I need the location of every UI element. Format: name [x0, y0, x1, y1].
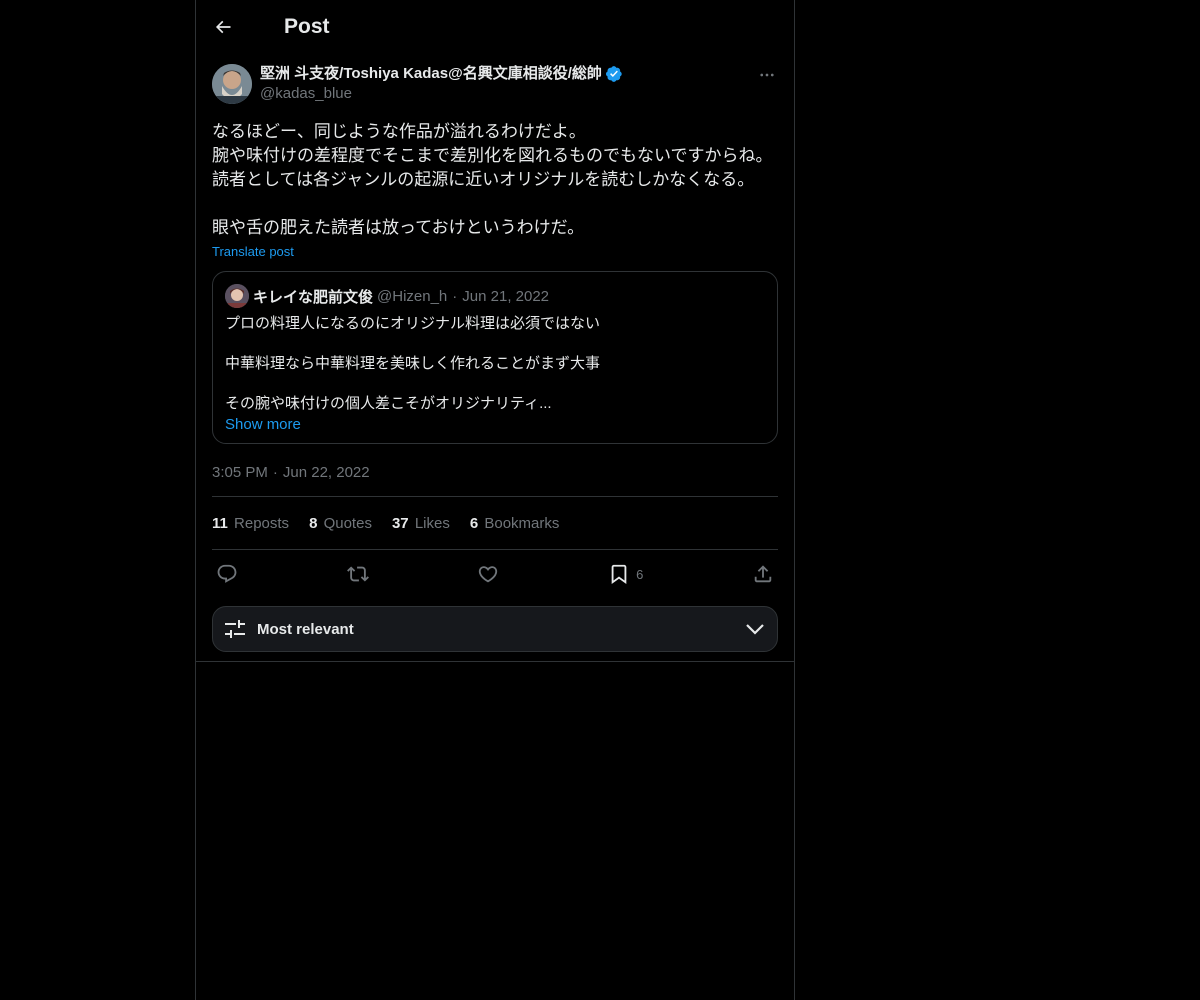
bookmark-button[interactable]: 6: [608, 563, 643, 585]
back-arrow-icon: [215, 20, 231, 34]
quote-text: プロの料理人になるのにオリジナル料理は必須ではない 中華料理なら中華料理を美味し…: [225, 315, 601, 412]
post: 堅洲 斗支夜/Toshiya Kadas@名興文庫相談役/総帥 @kadas_b…: [196, 64, 794, 652]
page-title: Post: [284, 15, 330, 38]
likes-stat[interactable]: 37 Likes: [392, 515, 450, 532]
post-time[interactable]: 3:05 PM: [212, 464, 268, 481]
separator-dot: ·: [272, 464, 278, 481]
author-name-text: 堅洲 斗支夜/Toshiya Kadas@名興文庫相談役/総帥: [260, 65, 602, 82]
verified-badge-icon[interactable]: [605, 65, 623, 83]
header: Post: [196, 0, 794, 54]
back-button[interactable]: [212, 16, 234, 38]
reposts-stat[interactable]: 11 Reposts: [212, 515, 289, 532]
quote-date: Jun 21, 2022: [462, 287, 550, 305]
author-display-name[interactable]: 堅洲 斗支夜/Toshiya Kadas@名興文庫相談役/総帥: [260, 64, 623, 84]
quote-header: キレイな肥前文俊 @Hizen_h · Jun 21, 2022: [225, 284, 765, 308]
show-more-link[interactable]: Show more: [225, 416, 301, 433]
quotes-count: 8: [309, 514, 318, 532]
chevron-down-icon: [746, 624, 764, 635]
main-column: Post 堅洲 斗支夜/Toshiya Kadas@名興文庫相談役/総帥 @ka…: [195, 0, 795, 1000]
author-row: 堅洲 斗支夜/Toshiya Kadas@名興文庫相談役/総帥 @kadas_b…: [212, 64, 778, 104]
bookmarks-count: 6: [469, 514, 479, 532]
author-info: 堅洲 斗支夜/Toshiya Kadas@名興文庫相談役/総帥 @kadas_b…: [260, 64, 623, 104]
share-icon: [754, 565, 772, 583]
more-options-button[interactable]: [756, 64, 778, 86]
sliders-icon: [225, 620, 245, 638]
bookmarks-stat[interactable]: 6 Bookmarks: [470, 515, 560, 532]
translate-post-link[interactable]: Translate post: [212, 244, 778, 259]
more-dots-icon: [760, 73, 774, 77]
action-bar: 6: [212, 550, 778, 598]
share-button[interactable]: [752, 563, 774, 585]
likes-count: 37: [391, 514, 409, 532]
author-handle[interactable]: @kadas_blue: [260, 84, 623, 104]
avatar[interactable]: [212, 64, 252, 104]
quoted-post-card[interactable]: キレイな肥前文俊 @Hizen_h · Jun 21, 2022 プロの料理人に…: [212, 271, 778, 444]
quote-author-name: キレイな肥前文俊: [253, 288, 374, 306]
reply-icon: [217, 564, 237, 583]
divider: [196, 661, 794, 662]
post-timestamp: 3:05 PM · Jun 22, 2022: [212, 464, 778, 497]
quote-avatar-image: [225, 284, 249, 308]
repost-icon: [346, 566, 369, 582]
avatar-image: [212, 64, 252, 104]
bookmarks-label: Bookmarks: [484, 514, 560, 532]
likes-label: Likes: [414, 514, 450, 532]
reposts-count: 11: [212, 514, 228, 532]
reply-button[interactable]: [216, 563, 238, 585]
post-date[interactable]: Jun 22, 2022: [283, 464, 370, 481]
separator-dot: ·: [452, 287, 458, 305]
quotes-stat[interactable]: 8 Quotes: [309, 515, 372, 532]
quotes-label: Quotes: [323, 514, 372, 532]
quote-author-handle: @Hizen_h: [377, 287, 448, 305]
reposts-label: Reposts: [234, 514, 290, 532]
bookmark-icon: [611, 564, 627, 585]
heart-icon: [479, 566, 498, 583]
reply-sort-dropdown[interactable]: Most relevant: [212, 606, 778, 652]
sort-label: Most relevant: [257, 620, 354, 638]
bookmark-count: 6: [636, 566, 644, 582]
like-button[interactable]: [477, 563, 499, 585]
repost-button[interactable]: [346, 563, 369, 585]
engagement-stats: 11 Reposts 8 Quotes 37 Likes 6 Bookmarks: [212, 497, 778, 550]
post-text: なるほどー、同じような作品が溢れるわけだよ。 腕や味付けの差程度でそこまで差別化…: [212, 122, 773, 237]
quote-avatar: [225, 284, 249, 308]
